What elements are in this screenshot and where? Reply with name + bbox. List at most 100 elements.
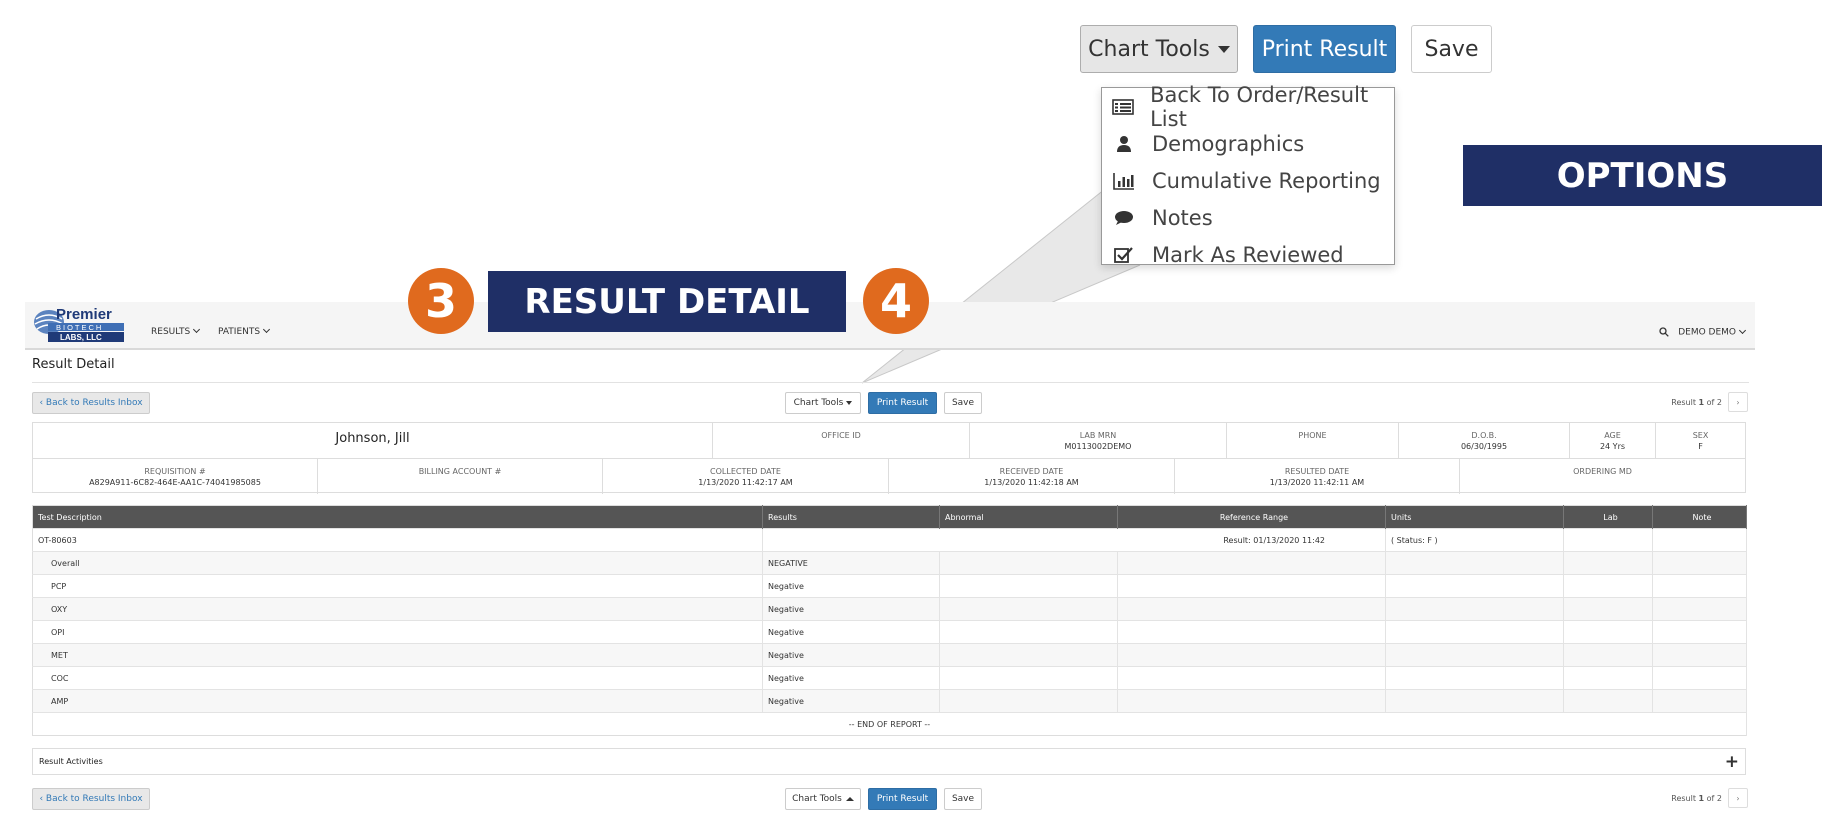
received-date-cell: RECEIVED DATE 1/13/2020 11:42:18 AM xyxy=(889,459,1175,494)
app-window: Premier BIOTECH LABS, LLC RESULTS PATIEN… xyxy=(25,302,1755,821)
empty-cell xyxy=(1385,551,1564,575)
empty-cell xyxy=(939,551,1118,575)
nav-patients-label: PATIENTS xyxy=(218,327,261,337)
info-row-2: REQUISITION # A829A911-6C82-464E-AA1C-740… xyxy=(33,458,1745,494)
empty-cell xyxy=(939,574,1118,598)
phone-cell: PHONE xyxy=(1227,423,1399,458)
chevron-down-icon xyxy=(263,325,271,334)
test-result: Negative xyxy=(762,597,940,621)
test-result: NEGATIVE xyxy=(762,551,940,575)
empty-cell xyxy=(1652,620,1747,644)
sex-label: SEX xyxy=(1692,431,1709,440)
empty-cell xyxy=(1385,597,1564,621)
menu-item-mark-as-reviewed[interactable]: Mark As Reviewed xyxy=(1102,236,1394,273)
logo-text-premier: Premier xyxy=(56,306,112,323)
user-name: DEMO DEMO xyxy=(1678,327,1736,338)
menu-item-notes[interactable]: Notes xyxy=(1102,199,1394,236)
chart-tools-dropdown-menu: Back To Order/Result List Demographics C… xyxy=(1101,83,1395,267)
age-value: 24 Yrs xyxy=(1599,442,1626,451)
age-label: AGE xyxy=(1604,431,1621,440)
pager-prefix: Result xyxy=(1671,397,1696,407)
nav-results[interactable]: RESULTS xyxy=(151,325,201,337)
table-row: COC Negative xyxy=(32,666,1747,690)
caret-down-icon xyxy=(1217,45,1230,53)
menu-item-demographics[interactable]: Demographics xyxy=(1102,125,1394,162)
empty-cell xyxy=(1563,620,1653,644)
col-results: Results xyxy=(762,505,940,529)
search-icon[interactable] xyxy=(1659,327,1670,337)
col-abnormal: Abnormal xyxy=(939,505,1118,529)
empty-cell xyxy=(1385,574,1564,598)
pager-current: 1 xyxy=(1698,793,1705,803)
chart-tools-button[interactable]: Chart Tools xyxy=(785,392,861,414)
test-name: COC xyxy=(32,666,763,690)
empty-cell xyxy=(1385,689,1564,713)
pager-current: 1 xyxy=(1698,397,1705,407)
menu-item-label: Back To Order/Result List xyxy=(1150,82,1369,131)
result-activities-label: Result Activities xyxy=(39,757,103,766)
save-button-bottom[interactable]: Save xyxy=(944,788,982,810)
lab-mrn-value: M0113002DEMO xyxy=(1064,442,1132,451)
chart-tools-label: Chart Tools xyxy=(792,794,842,804)
results-header-row: Test Description Results Abnormal Refere… xyxy=(32,505,1747,529)
empty-cell xyxy=(1385,620,1564,644)
test-name: OXY xyxy=(32,597,763,621)
chart-tools-button-bottom[interactable]: Chart Tools xyxy=(785,788,861,810)
premier-biotech-logo[interactable]: Premier BIOTECH LABS, LLC xyxy=(32,305,144,345)
empty-cell xyxy=(1563,597,1653,621)
empty-cell xyxy=(939,620,1118,644)
list-icon xyxy=(1110,98,1136,115)
result-pager-bottom: Result 1 of 2 › xyxy=(1671,788,1748,808)
test-name: AMP xyxy=(32,689,763,713)
dob-label: D.O.B. xyxy=(1471,431,1497,440)
expand-plus-icon[interactable]: + xyxy=(1725,752,1739,772)
empty-cell xyxy=(1563,666,1653,690)
options-banner: OPTIONS xyxy=(1463,145,1822,206)
test-result: Negative xyxy=(762,574,940,598)
back-to-results-inbox-button-bottom[interactable]: ‹ Back to Results Inbox xyxy=(32,788,150,810)
nav-patients[interactable]: PATIENTS xyxy=(218,325,271,337)
print-result-button-zoomed[interactable]: Print Result xyxy=(1253,25,1396,73)
print-result-button[interactable]: Print Result xyxy=(868,392,937,414)
menu-item-back-to-order-list[interactable]: Back To Order/Result List xyxy=(1102,83,1394,131)
received-date-value: 1/13/2020 11:42:18 AM xyxy=(984,478,1079,487)
menu-item-label: Cumulative Reporting xyxy=(1152,168,1381,193)
empty-cell xyxy=(1652,551,1747,575)
table-row: PCP Negative xyxy=(32,574,1747,598)
requisition-label: REQUISITION # xyxy=(144,467,206,476)
sex-cell: SEX F xyxy=(1656,423,1745,458)
table-row: OPI Negative xyxy=(32,620,1747,644)
col-units: Units xyxy=(1385,505,1564,529)
save-button[interactable]: Save xyxy=(944,392,982,414)
empty-cell xyxy=(939,643,1118,667)
resulted-date-cell: RESULTED DATE 1/13/2020 11:42:11 AM xyxy=(1175,459,1460,494)
test-name: OPI xyxy=(32,620,763,644)
divider xyxy=(32,382,1749,383)
test-result: Negative xyxy=(762,689,940,713)
test-name: Overall xyxy=(32,551,763,575)
print-result-button-bottom[interactable]: Print Result xyxy=(868,788,937,810)
empty-cell xyxy=(1652,528,1747,552)
pager-total: of 2 xyxy=(1706,793,1722,803)
check-square-icon xyxy=(1110,246,1138,264)
collected-date-value: 1/13/2020 11:42:17 AM xyxy=(698,478,793,487)
requisition-cell: REQUISITION # A829A911-6C82-464E-AA1C-740… xyxy=(33,459,318,494)
back-to-results-inbox-button[interactable]: ‹ Back to Results Inbox xyxy=(32,392,150,414)
bar-chart-icon xyxy=(1110,172,1138,190)
resulted-date-label: RESULTED DATE xyxy=(1284,467,1350,476)
empty-cell xyxy=(1563,689,1653,713)
office-id-cell: OFFICE ID xyxy=(713,423,970,458)
menu-item-cumulative-reporting[interactable]: Cumulative Reporting xyxy=(1102,162,1394,199)
logo-text-labs: LABS, LLC xyxy=(60,333,102,342)
result-activities-panel[interactable]: Result Activities + xyxy=(32,748,1746,775)
chart-tools-button-zoomed[interactable]: Chart Tools xyxy=(1080,25,1238,73)
step-3-badge: 3 xyxy=(408,268,474,334)
save-button-zoomed[interactable]: Save xyxy=(1411,25,1492,73)
chart-tools-label: Chart Tools xyxy=(1088,36,1210,62)
empty-cell xyxy=(1563,528,1653,552)
user-menu[interactable]: DEMO DEMO xyxy=(1659,326,1747,338)
next-result-button[interactable]: › xyxy=(1728,788,1748,808)
empty-cell xyxy=(1563,574,1653,598)
col-test-description: Test Description xyxy=(32,505,763,529)
next-result-button[interactable]: › xyxy=(1728,392,1748,412)
